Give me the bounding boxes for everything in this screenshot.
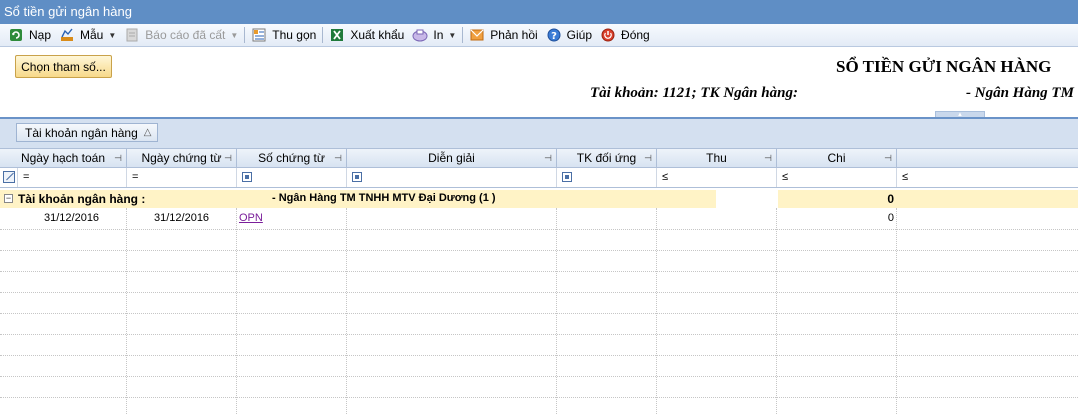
filter-operator: = (23, 171, 30, 183)
collapse-button[interactable]: Thu gọn (247, 25, 320, 45)
group-label: Tài khoản ngân hàng : (18, 192, 146, 206)
grid-line (236, 208, 237, 414)
filter-description[interactable] (347, 168, 557, 187)
pin-icon[interactable]: ⊣ (334, 149, 342, 167)
cell-posting-date: 31/12/2016 (44, 212, 100, 224)
chevron-down-icon[interactable]: ▼ (108, 31, 116, 40)
grid-body (0, 208, 1078, 414)
help-button[interactable]: ? Giúp (542, 25, 596, 45)
grid-line (0, 355, 1078, 356)
column-header-posting-date[interactable]: Ngày hạch toán ⊣ (0, 149, 127, 168)
filter-extra[interactable]: ≤ (897, 168, 1078, 187)
column-header-voucher-date[interactable]: Ngày chứng từ ⊣ (127, 149, 237, 168)
cell-payments: 0 (887, 212, 894, 224)
filter-operator: ≤ (662, 171, 669, 183)
filter-editor-button[interactable] (0, 168, 18, 187)
group-bank-name: - Ngân Hàng TM TNHH MTV Đại Dương (1 ) (272, 192, 496, 204)
grid-line (896, 208, 897, 414)
report-title: SỔ TIỀN GỬI NGÂN HÀNG (836, 57, 1052, 76)
choose-params-button[interactable]: Chọn tham số... (15, 55, 112, 78)
grid-line (0, 313, 1078, 314)
pin-icon[interactable]: ⊣ (114, 149, 122, 167)
group-row-background (778, 190, 1078, 208)
cell-voucher-date: 31/12/2016 (154, 212, 210, 224)
print-icon (412, 27, 428, 43)
column-header-voucher-number[interactable]: Số chứng từ ⊣ (237, 149, 347, 168)
grid-line (0, 397, 1078, 398)
toolbar: Nạp Mẫu ▼ Báo cáo đã cất ▼ Thu gọn Xuất … (0, 24, 1078, 47)
group-by-panel: Tài khoản ngân hàng △ (0, 119, 1078, 149)
grid-line (656, 208, 657, 414)
grid-line (0, 229, 1078, 230)
grid-line (346, 208, 347, 414)
filter-posting-date[interactable]: = (18, 168, 127, 187)
group-chip-bank-account[interactable]: Tài khoản ngân hàng △ (16, 123, 159, 142)
column-header-contra-account[interactable]: TK đối ứng ⊣ (557, 149, 657, 168)
table-row[interactable]: 31/12/2016 31/12/2016 OPN 0 (0, 208, 1078, 228)
chevron-down-icon[interactable]: ▼ (448, 31, 456, 40)
excel-export-icon (329, 27, 345, 43)
toolbar-separator (244, 27, 246, 43)
filter-voucher-number[interactable] (237, 168, 347, 187)
saved-report-button[interactable]: Báo cáo đã cất ▼ (120, 25, 242, 45)
pin-icon[interactable]: ⊣ (644, 149, 652, 167)
grid-line (0, 271, 1078, 272)
report-subtitle-account: Tài khoản: 1121; TK Ngân hàng: (590, 85, 798, 101)
filter-operator: ≤ (782, 171, 789, 183)
feedback-icon (469, 27, 485, 43)
grid-line (0, 376, 1078, 377)
grid-line (0, 334, 1078, 335)
pin-icon[interactable]: ⊣ (224, 149, 232, 167)
grid-line (0, 250, 1078, 251)
help-icon: ? (546, 27, 562, 43)
filter-contra-account[interactable] (557, 168, 657, 187)
filter-operator: = (132, 171, 139, 183)
filter-condition-icon (242, 172, 252, 183)
toolbar-separator (462, 27, 464, 43)
report-subtitle-bank: - Ngân Hàng TM (966, 85, 1074, 101)
toolbar-separator (322, 27, 324, 43)
column-header-description[interactable]: Diễn giải ⊣ (347, 149, 557, 168)
filter-voucher-date[interactable]: = (127, 168, 237, 187)
filter-condition-icon (562, 172, 572, 183)
filter-condition-icon (352, 172, 362, 183)
chevron-down-icon: ▼ (230, 30, 239, 40)
reload-button[interactable]: Nạp (4, 25, 55, 45)
refresh-icon (8, 27, 24, 43)
sort-asc-icon: △ (143, 127, 152, 138)
collapse-icon (251, 27, 267, 43)
window-titlebar: Sổ tiền gửi ngân hàng (0, 0, 1078, 24)
feedback-button[interactable]: Phản hồi (465, 25, 541, 45)
grid-line (556, 208, 557, 414)
print-button[interactable]: In ▼ (408, 25, 460, 45)
filter-edit-icon (3, 171, 15, 183)
group-row[interactable]: − Tài khoản ngân hàng : - Ngân Hàng TM T… (0, 190, 1078, 208)
window-title: Sổ tiền gửi ngân hàng (4, 4, 132, 19)
pin-icon[interactable]: ⊣ (544, 149, 552, 167)
group-chip-label: Tài khoản ngân hàng (25, 125, 138, 140)
group-total-payments: 0 (887, 192, 894, 206)
template-button[interactable]: Mẫu ▼ (55, 25, 120, 45)
filter-payments[interactable]: ≤ (777, 168, 897, 187)
template-icon (59, 27, 75, 43)
grid-header: Ngày hạch toán ⊣ Ngày chứng từ ⊣ Số chứng … (0, 148, 1078, 168)
filter-receipts[interactable]: ≤ (657, 168, 777, 187)
svg-text:?: ? (551, 31, 557, 42)
column-header-filler (897, 149, 1078, 168)
grid-line (776, 208, 777, 414)
filter-row: = = ≤ ≤ ≤ (0, 168, 1078, 188)
grid-line (126, 208, 127, 414)
pin-icon[interactable]: ⊣ (764, 149, 772, 167)
export-button[interactable]: Xuất khẩu (325, 25, 408, 45)
grid-line (0, 292, 1078, 293)
filter-operator: ≤ (902, 171, 909, 183)
close-icon (600, 27, 616, 43)
pin-icon[interactable]: ⊣ (884, 149, 892, 167)
column-header-receipts[interactable]: Thu ⊣ (657, 149, 777, 168)
saved-report-icon (124, 27, 140, 43)
close-button[interactable]: Đóng (596, 25, 654, 45)
collapse-group-icon[interactable]: − (4, 194, 13, 203)
column-header-payments[interactable]: Chi ⊣ (777, 149, 897, 168)
cell-voucher-number-link[interactable]: OPN (239, 212, 263, 224)
